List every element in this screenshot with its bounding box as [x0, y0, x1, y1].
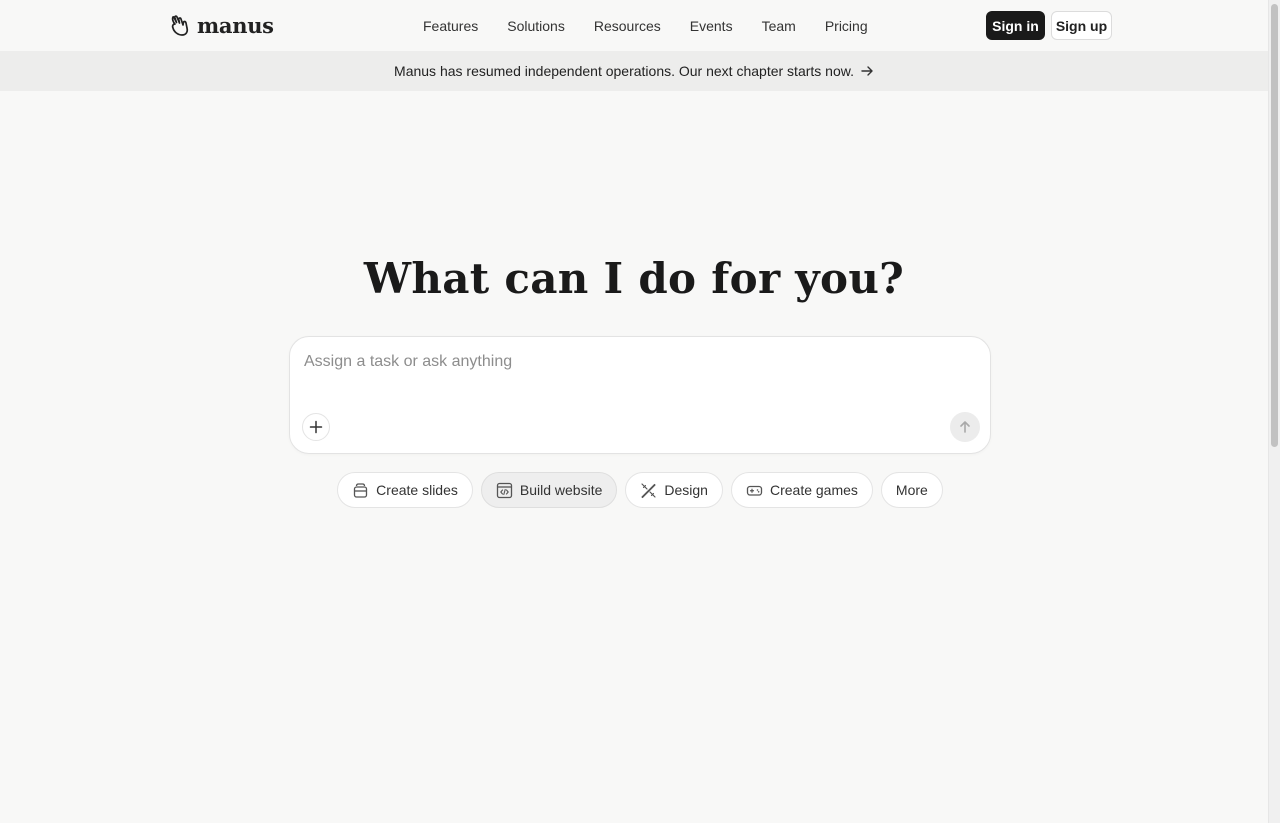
build-website-chip[interactable]: Build website — [480, 472, 618, 508]
sign-in-button[interactable]: Sign in — [986, 11, 1045, 40]
scrollbar-thumb[interactable] — [1271, 4, 1278, 447]
code-window-icon — [496, 482, 513, 498]
attach-button[interactable] — [302, 413, 330, 441]
nav-events[interactable]: Events — [679, 14, 744, 38]
design-chip[interactable]: Design — [625, 472, 723, 508]
nav-solutions[interactable]: Solutions — [496, 14, 576, 38]
main-nav: Features Solutions Resources Events Team… — [412, 14, 886, 38]
gamepad-icon — [746, 485, 763, 496]
top-navbar: manus Features Solutions Resources Event… — [0, 0, 1268, 51]
slides-icon — [354, 482, 368, 498]
hero-title: What can I do for you? — [363, 254, 905, 303]
chip-label: Build website — [519, 482, 603, 498]
manus-hand-icon — [171, 15, 189, 36]
task-composer — [289, 336, 991, 454]
task-input[interactable] — [304, 349, 964, 375]
pen-ruler-icon — [641, 482, 656, 498]
more-chip[interactable]: More — [880, 472, 943, 508]
sign-up-button[interactable]: Sign up — [1051, 11, 1112, 40]
create-slides-chip[interactable]: Create slides — [337, 472, 473, 508]
nav-team[interactable]: Team — [751, 14, 807, 38]
plus-icon — [309, 420, 323, 434]
send-button[interactable] — [950, 412, 980, 442]
create-games-chip[interactable]: Create games — [730, 472, 873, 508]
announcement-text: Manus has resumed independent operations… — [394, 63, 854, 79]
chip-label: Create slides — [376, 482, 458, 498]
scrollbar[interactable] — [1268, 0, 1280, 823]
chip-label: Create games — [769, 482, 858, 498]
arrow-up-icon — [960, 421, 970, 433]
quick-actions: Create slides Build website Design Creat… — [0, 472, 1280, 508]
nav-resources[interactable]: Resources — [583, 14, 672, 38]
brand-logo[interactable]: manus — [168, 12, 274, 38]
chip-label: Design — [664, 482, 708, 498]
page: manus Features Solutions Resources Event… — [0, 0, 1280, 823]
chip-label: More — [895, 482, 928, 498]
nav-features[interactable]: Features — [412, 14, 489, 38]
nav-pricing[interactable]: Pricing — [814, 14, 879, 38]
arrow-right-icon — [861, 66, 873, 76]
announcement-banner[interactable]: Manus has resumed independent operations… — [0, 51, 1268, 91]
brand-name: manus — [197, 12, 274, 38]
